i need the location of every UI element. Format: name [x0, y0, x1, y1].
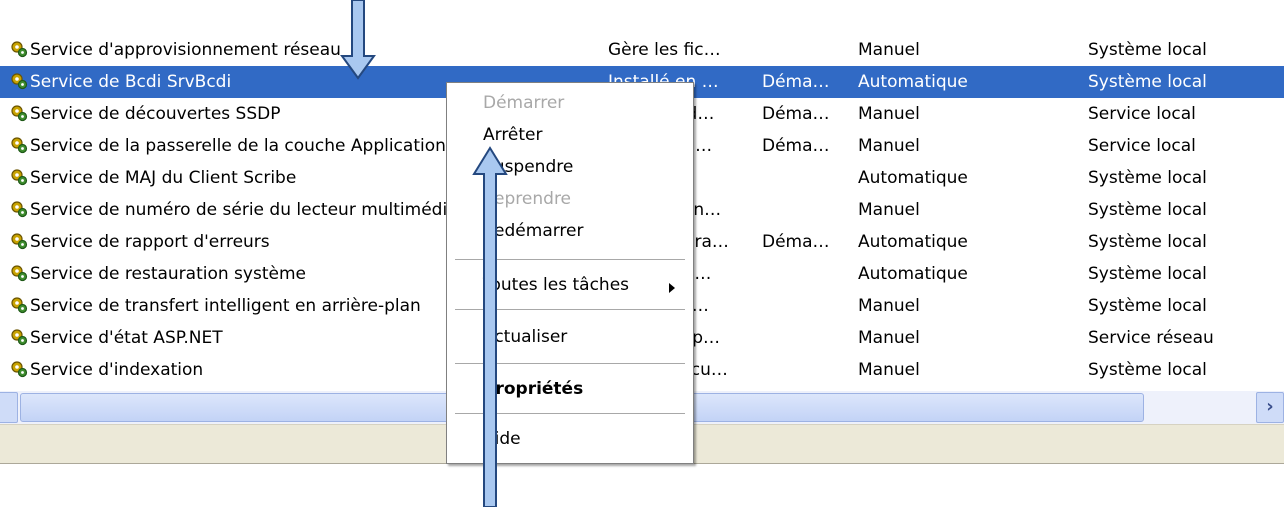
gears-icon: [11, 41, 28, 58]
service-status: [762, 162, 846, 194]
service-status: [762, 258, 846, 290]
service-logon-account: Système local: [1088, 200, 1207, 220]
service-name: Service d'approvisionnement réseau: [30, 40, 341, 60]
service-startup-type: Manuel: [858, 104, 920, 124]
menu-item-stop[interactable]: Arrêter: [483, 125, 543, 145]
service-logon-account: Système local: [1088, 72, 1207, 92]
service-name: Service d'indexation: [30, 360, 204, 380]
service-status: [762, 322, 846, 354]
service-name: Service de Bcdi SrvBcdi: [30, 72, 232, 92]
service-startup-type: Manuel: [858, 200, 920, 220]
service-startup-type: Manuel: [858, 40, 920, 60]
service-name: Service de rapport d'erreurs: [30, 232, 270, 252]
service-logon-account: Système local: [1088, 360, 1207, 380]
service-name: Service de numéro de série du lecteur mu…: [30, 200, 450, 220]
service-status: Déma…: [762, 232, 830, 252]
service-logon-account: Système local: [1088, 168, 1207, 188]
up-arrow-annotation-icon: [472, 146, 508, 507]
service-name: Service de MAJ du Client Scribe: [30, 168, 297, 188]
service-status: Déma…: [762, 136, 830, 156]
service-status: Déma…: [762, 72, 830, 92]
service-startup-type: Manuel: [858, 296, 920, 316]
chevron-right-icon: ›: [1266, 396, 1274, 417]
service-name: Service d'état ASP.NET: [30, 328, 223, 348]
service-description: Gère les fic…: [608, 40, 721, 60]
scroll-left-button[interactable]: [0, 392, 18, 423]
service-row[interactable]: Service d'approvisionnement réseau Gère …: [0, 34, 1284, 66]
submenu-arrow-icon: [669, 283, 675, 293]
service-name: Service de transfert intelligent en arri…: [30, 296, 421, 316]
service-status: [762, 194, 846, 226]
menu-item-start[interactable]: Démarrer: [483, 93, 564, 113]
gears-icon: [11, 73, 28, 90]
service-startup-type: Automatique: [858, 264, 968, 284]
service-logon-account: Service réseau: [1088, 328, 1214, 348]
service-name: Service de la passerelle de la couche Ap…: [30, 136, 446, 156]
gears-icon: [11, 265, 28, 282]
service-logon-account: Service local: [1088, 136, 1196, 156]
gears-icon: [11, 297, 28, 314]
service-logon-account: Système local: [1088, 232, 1207, 252]
scroll-right-button[interactable]: ›: [1256, 392, 1284, 423]
service-startup-type: Manuel: [858, 136, 920, 156]
service-startup-type: Automatique: [858, 232, 968, 252]
service-startup-type: Automatique: [858, 168, 968, 188]
down-arrow-annotation-icon: [340, 0, 376, 80]
gears-icon: [11, 105, 28, 122]
gears-icon: [11, 201, 28, 218]
gears-icon: [11, 169, 28, 186]
service-status: [762, 290, 846, 322]
service-status: [762, 34, 846, 66]
service-logon-account: Système local: [1088, 264, 1207, 284]
service-status: Déma…: [762, 104, 830, 124]
service-logon-account: Système local: [1088, 296, 1207, 316]
gears-icon: [11, 233, 28, 250]
service-startup-type: Manuel: [858, 328, 920, 348]
service-name: Service de découvertes SSDP: [30, 104, 281, 124]
service-name: Service de restauration système: [30, 264, 306, 284]
service-startup-type: Manuel: [858, 360, 920, 380]
gears-icon: [11, 361, 28, 378]
service-logon-account: Système local: [1088, 40, 1207, 60]
gears-icon: [11, 137, 28, 154]
service-status: [762, 354, 846, 386]
gears-icon: [11, 329, 28, 346]
service-logon-account: Service local: [1088, 104, 1196, 124]
service-startup-type: Automatique: [858, 72, 968, 92]
